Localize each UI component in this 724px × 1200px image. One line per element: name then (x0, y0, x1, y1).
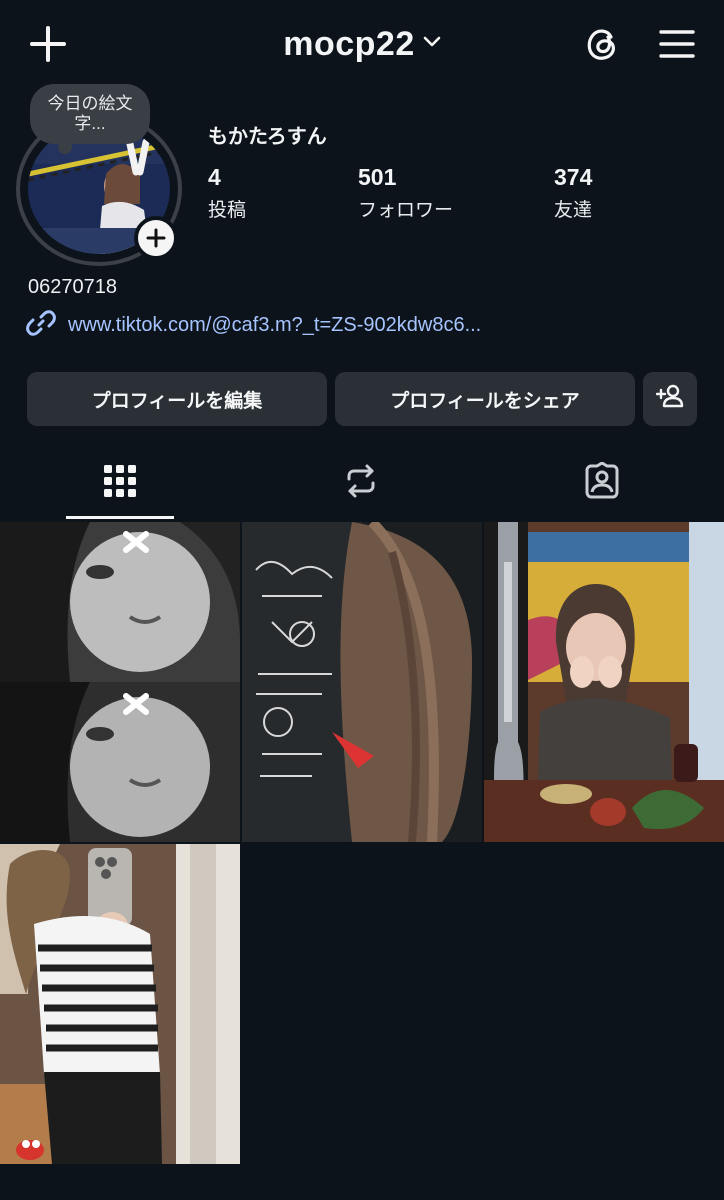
stat-friends[interactable]: 374 友達 (554, 164, 592, 222)
edit-profile-button[interactable]: プロフィールを編集 (27, 372, 327, 426)
threads-icon[interactable] (578, 20, 626, 68)
post-thumbnail[interactable] (0, 522, 240, 842)
tab-tagged[interactable] (548, 446, 656, 520)
note-bubble[interactable]: 今日の絵文字... (30, 84, 150, 144)
link-text: www.tiktok.com/@caf3.m?_t=ZS-902kdw8c6..… (68, 314, 482, 336)
display-name: もかたろすん (208, 126, 327, 148)
share-profile-button[interactable]: プロフィールをシェア (335, 372, 635, 426)
link-icon (26, 308, 56, 343)
profile-tabs (0, 446, 724, 520)
stat-value: 4 (208, 164, 221, 190)
post-thumbnail[interactable] (242, 522, 482, 842)
stat-followers[interactable]: 501 フォロワー (358, 164, 453, 222)
chevron-down-icon (423, 35, 441, 53)
tagged-icon (583, 461, 621, 505)
stat-value: 501 (358, 164, 397, 190)
stat-posts[interactable]: 4 投稿 (208, 164, 246, 222)
grid-icon (103, 464, 137, 503)
bio-link[interactable]: www.tiktok.com/@caf3.m?_t=ZS-902kdw8c6..… (26, 308, 481, 343)
discover-people-button[interactable] (643, 372, 697, 426)
post-thumbnail[interactable] (0, 844, 240, 1164)
username: mocp22 (283, 24, 415, 63)
bio-text: 06270718 (28, 276, 117, 298)
post-thumbnail[interactable] (484, 522, 724, 842)
active-tab-indicator (66, 516, 174, 519)
tab-posts-grid[interactable] (66, 446, 174, 520)
stat-value: 374 (554, 164, 593, 190)
top-bar: mocp22 (0, 0, 724, 88)
add-story-button[interactable] (134, 216, 178, 260)
repost-icon (343, 463, 379, 504)
stat-label: 友達 (554, 200, 593, 221)
hamburger-menu-icon[interactable] (654, 20, 700, 68)
tab-reposts[interactable] (307, 446, 415, 520)
note-text: 今日の絵文字... (47, 94, 133, 133)
add-person-icon (655, 384, 684, 414)
stat-label: フォロワー (358, 200, 454, 221)
note-bubble-tail (58, 140, 72, 154)
stat-label: 投稿 (208, 200, 247, 221)
